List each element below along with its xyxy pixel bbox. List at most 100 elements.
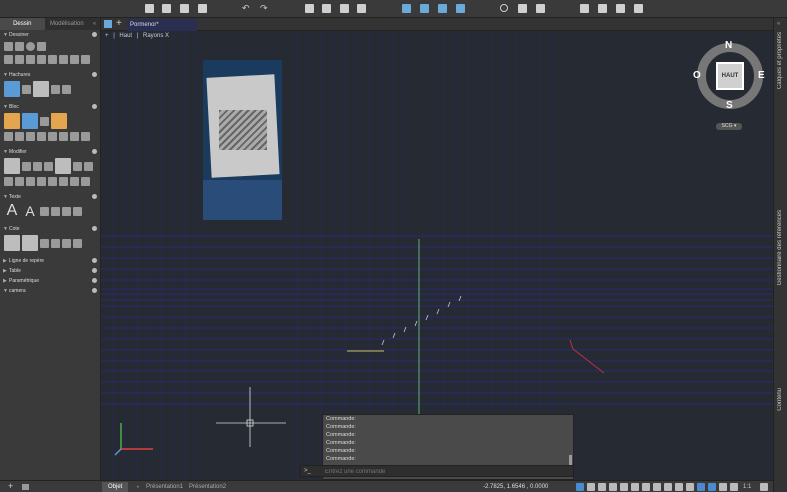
gear-icon[interactable] xyxy=(92,288,97,293)
properties-icon[interactable] xyxy=(634,4,643,13)
layer-freeze-icon[interactable] xyxy=(438,4,447,13)
transparency-icon[interactable] xyxy=(664,483,672,491)
spell-check-icon[interactable] xyxy=(40,206,49,216)
section-cote[interactable]: ▼ Cote xyxy=(0,224,100,234)
gradient-icon[interactable] xyxy=(22,84,31,94)
fillet-icon[interactable] xyxy=(73,161,82,171)
object-track-icon[interactable] xyxy=(631,483,639,491)
arc-icon[interactable] xyxy=(4,55,13,64)
undo-icon[interactable]: ↶ xyxy=(242,4,251,13)
section-camera[interactable]: ▼ camera xyxy=(0,286,100,296)
construction-line-icon[interactable] xyxy=(59,55,68,64)
block-tool-2-icon[interactable] xyxy=(15,132,24,141)
quick-select-icon[interactable] xyxy=(616,4,625,13)
block-tool-4-icon[interactable] xyxy=(37,132,46,141)
viewport-menu-icon[interactable]: + xyxy=(105,33,109,39)
compass-east[interactable]: E xyxy=(758,70,765,81)
block-tool-3-icon[interactable] xyxy=(26,132,35,141)
mirror-icon[interactable] xyxy=(44,161,53,171)
plot-icon[interactable] xyxy=(305,4,314,13)
select-similar-icon[interactable] xyxy=(598,4,607,13)
tab-arrow-icon[interactable]: ▸ xyxy=(137,484,140,490)
dynamic-ucs-icon[interactable] xyxy=(697,483,705,491)
scale-icon[interactable] xyxy=(4,177,13,186)
doc-tab-pormenor[interactable]: Pormenor* xyxy=(127,19,197,31)
view-name[interactable]: Haut xyxy=(119,33,132,39)
section-texte[interactable]: ▼ Texte xyxy=(0,192,100,202)
find-text-icon[interactable] xyxy=(51,206,60,216)
extend-icon[interactable] xyxy=(59,177,68,186)
move-icon[interactable] xyxy=(4,158,20,174)
batch-plot-icon[interactable] xyxy=(322,4,331,13)
isodraft-icon[interactable] xyxy=(620,483,628,491)
collapse-panel-icon[interactable]: « xyxy=(89,18,100,30)
publish-icon[interactable] xyxy=(340,4,349,13)
layout-list-icon[interactable] xyxy=(22,484,29,490)
orbit-icon[interactable] xyxy=(536,4,545,13)
ucs-menu[interactable]: SCG ▾ xyxy=(716,123,742,130)
point-icon[interactable] xyxy=(48,55,57,64)
annotation-visibility-icon[interactable] xyxy=(708,483,716,491)
continue-dimension-icon[interactable] xyxy=(73,238,82,248)
block-tool-7-icon[interactable] xyxy=(70,132,79,141)
3d-osnap-icon[interactable] xyxy=(686,483,694,491)
pan-hand-icon[interactable] xyxy=(518,4,527,13)
layer-lock-icon[interactable] xyxy=(456,4,465,13)
edit-block-icon[interactable] xyxy=(40,116,49,126)
tab-modelisation[interactable]: Modélisation xyxy=(45,18,90,30)
single-line-text-icon[interactable]: A xyxy=(22,203,38,219)
redo-icon[interactable]: ↷ xyxy=(260,4,269,13)
drawing-viewport[interactable]: + | Haut | Rayons X HAUT N S E O SCG ▾ C… xyxy=(101,31,773,480)
block-tool-1-icon[interactable] xyxy=(4,132,13,141)
content-panel[interactable]: Contenu xyxy=(777,388,783,411)
multiline-text-icon[interactable]: A xyxy=(4,203,20,219)
block-tool-8-icon[interactable] xyxy=(81,132,90,141)
lineweight-icon[interactable] xyxy=(653,483,661,491)
gear-icon[interactable] xyxy=(92,194,97,199)
linear-dimension-icon[interactable] xyxy=(4,235,20,251)
section-parametrique[interactable]: ▶ Paramétrique xyxy=(0,276,100,286)
annotation-scale[interactable]: 1:1 xyxy=(743,482,751,492)
block-tool-6-icon[interactable] xyxy=(59,132,68,141)
layer-state-icon[interactable] xyxy=(420,4,429,13)
section-dessiner[interactable]: ▼ Dessiner xyxy=(0,30,100,40)
tab-presentation1[interactable]: Présentation1 xyxy=(146,482,183,492)
tab-presentation2[interactable]: Présentation2 xyxy=(189,482,226,492)
text-scale-icon[interactable] xyxy=(73,206,82,216)
wipeout-icon[interactable] xyxy=(62,84,71,94)
text-style-icon[interactable] xyxy=(62,206,71,216)
auto-scale-icon[interactable] xyxy=(719,483,727,491)
page-setup-icon[interactable] xyxy=(357,4,366,13)
rectangle-icon[interactable] xyxy=(37,42,46,51)
angular-dimension-icon[interactable] xyxy=(51,238,60,248)
revcloud-icon[interactable] xyxy=(70,55,79,64)
gear-icon[interactable] xyxy=(92,258,97,263)
ellipse-icon[interactable] xyxy=(26,55,35,64)
osnap-icon[interactable] xyxy=(642,483,650,491)
gear-icon[interactable] xyxy=(92,268,97,273)
explode-icon[interactable] xyxy=(37,177,46,186)
region-icon[interactable] xyxy=(51,84,60,94)
gear-icon[interactable] xyxy=(92,32,97,37)
break-icon[interactable] xyxy=(70,177,79,186)
polygon-icon[interactable] xyxy=(37,55,46,64)
hatch-icon[interactable] xyxy=(4,81,20,97)
insert-block-icon[interactable] xyxy=(4,113,20,129)
block-tool-5-icon[interactable] xyxy=(48,132,57,141)
workspace-gear-icon[interactable] xyxy=(760,483,768,491)
gear-icon[interactable] xyxy=(92,104,97,109)
join-icon[interactable] xyxy=(81,177,90,186)
save-as-icon[interactable] xyxy=(198,4,207,13)
polyline-icon[interactable] xyxy=(15,42,24,51)
add-tab-icon[interactable]: + xyxy=(116,18,122,30)
compass-west[interactable]: O xyxy=(693,70,701,81)
save-icon[interactable] xyxy=(180,4,189,13)
selection-cycling-icon[interactable] xyxy=(675,483,683,491)
reference-image[interactable] xyxy=(203,60,282,220)
offset-icon[interactable] xyxy=(84,161,93,171)
new-file-icon[interactable] xyxy=(145,4,154,13)
open-file-icon[interactable] xyxy=(162,4,171,13)
visual-style[interactable]: Rayons X xyxy=(143,33,169,39)
baseline-dimension-icon[interactable] xyxy=(62,238,71,248)
aligned-dimension-icon[interactable] xyxy=(22,235,38,251)
